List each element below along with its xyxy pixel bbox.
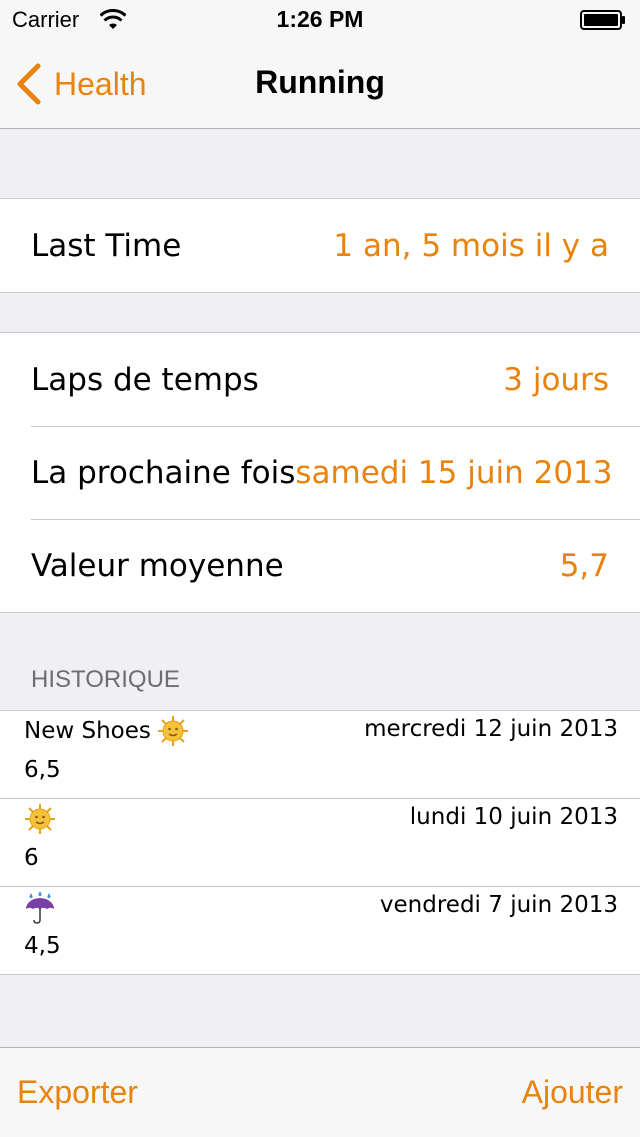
stat-value: samedi 15 juin 2013 xyxy=(295,454,613,491)
history-row[interactable]: lundi 10 juin 2013 6 xyxy=(0,798,640,886)
history-value: 6,5 xyxy=(24,757,61,783)
sun-face-icon xyxy=(25,804,55,834)
last-time-group: Last Time 1 an, 5 mois il y a xyxy=(0,198,640,293)
bottom-toolbar: Exporter Ajouter xyxy=(0,1047,640,1137)
history-row[interactable]: New Shoes mercredi 12 juin 2013 6,5 xyxy=(0,711,640,798)
history-date: mercredi 12 juin 2013 xyxy=(364,716,618,742)
history-note: New Shoes xyxy=(24,715,189,747)
last-time-value: 1 an, 5 mois il y a xyxy=(333,227,609,264)
stat-label: La prochaine fois xyxy=(31,454,296,491)
stat-label: Valeur moyenne xyxy=(31,547,284,584)
stat-row-next-time[interactable]: La prochaine fois samedi 15 juin 2013 xyxy=(0,426,640,519)
stat-label: Laps de temps xyxy=(31,361,259,398)
history-note xyxy=(24,803,56,835)
stat-row-interval[interactable]: Laps de temps 3 jours xyxy=(0,333,640,426)
status-bar: Carrier 1:26 PM xyxy=(0,0,640,40)
umbrella-rain-icon xyxy=(26,891,54,924)
history-value: 4,5 xyxy=(24,933,61,959)
history-note-text: New Shoes xyxy=(24,718,151,744)
clock: 1:26 PM xyxy=(276,6,364,32)
sun-face-icon xyxy=(157,716,188,746)
stat-value: 3 jours xyxy=(503,361,609,398)
navigation-bar: Health Running xyxy=(0,40,640,129)
stat-row-average[interactable]: Valeur moyenne 5,7 xyxy=(0,519,640,612)
stat-value: 5,7 xyxy=(559,547,609,584)
stats-group: Laps de temps 3 jours La prochaine fois … xyxy=(0,332,640,613)
history-date: lundi 10 juin 2013 xyxy=(409,804,618,830)
last-time-label: Last Time xyxy=(31,227,182,264)
history-note xyxy=(24,891,56,925)
export-button[interactable]: Exporter xyxy=(17,1074,138,1111)
history-section-header: HISTORIQUE xyxy=(31,666,180,693)
add-button[interactable]: Ajouter xyxy=(522,1074,623,1111)
page-title: Running xyxy=(255,64,385,100)
history-value: 6 xyxy=(24,845,39,871)
last-time-row[interactable]: Last Time 1 an, 5 mois il y a xyxy=(0,199,640,292)
history-date: vendredi 7 juin 2013 xyxy=(379,892,618,918)
history-list: New Shoes mercredi 12 juin 2013 6,5 lund… xyxy=(0,710,640,975)
battery-icon xyxy=(580,10,625,30)
history-row[interactable]: vendredi 7 juin 2013 4,5 xyxy=(0,886,640,974)
